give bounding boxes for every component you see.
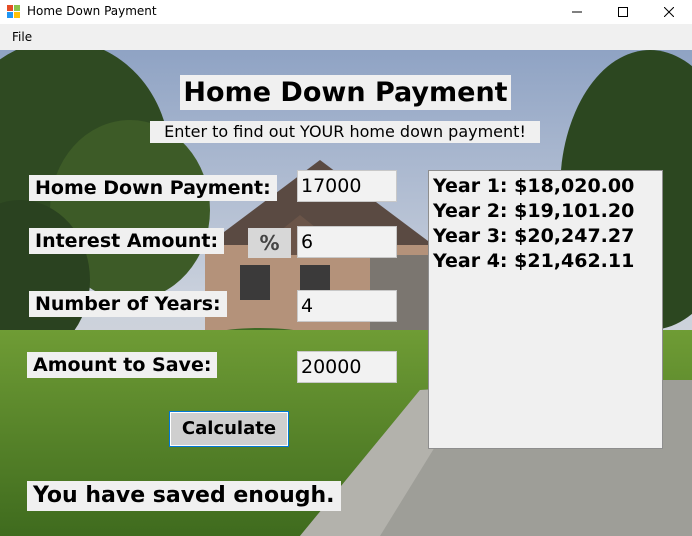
percent-symbol: % bbox=[248, 228, 291, 258]
menu-bar: File bbox=[0, 24, 692, 50]
menu-item-file[interactable]: File bbox=[6, 29, 38, 45]
interest-amount-label: Interest Amount: bbox=[29, 228, 225, 254]
maximize-button[interactable] bbox=[600, 0, 646, 24]
title-bar: Home Down Payment bbox=[0, 0, 692, 24]
app-icon bbox=[7, 5, 20, 18]
amount-to-save-label: Amount to Save: bbox=[27, 352, 218, 378]
page-title: Home Down Payment bbox=[180, 75, 511, 110]
calculate-button[interactable]: Calculate bbox=[169, 411, 289, 447]
list-item[interactable]: Year 2: $19,101.20 bbox=[433, 199, 658, 224]
close-button[interactable] bbox=[646, 0, 692, 24]
close-icon bbox=[664, 7, 674, 17]
list-item[interactable]: Year 4: $21,462.11 bbox=[433, 249, 658, 274]
minimize-button[interactable] bbox=[554, 0, 600, 24]
page-subtitle: Enter to find out YOUR home down payment… bbox=[150, 121, 540, 143]
result-message: You have saved enough. bbox=[27, 481, 341, 511]
interest-amount-input[interactable]: 6 bbox=[297, 226, 397, 258]
results-listbox[interactable]: Year 1: $18,020.00 Year 2: $19,101.20 Ye… bbox=[428, 170, 663, 449]
down-payment-input[interactable]: 17000 bbox=[297, 170, 397, 202]
number-of-years-label: Number of Years: bbox=[29, 291, 227, 317]
maximize-icon bbox=[618, 7, 628, 17]
amount-to-save-input[interactable]: 20000 bbox=[297, 351, 397, 383]
minimize-icon bbox=[572, 11, 582, 13]
form-client-area: Home Down Payment Enter to find out YOUR… bbox=[0, 50, 692, 536]
down-payment-label: Home Down Payment: bbox=[29, 175, 277, 201]
list-item[interactable]: Year 1: $18,020.00 bbox=[433, 174, 658, 199]
list-item[interactable]: Year 3: $20,247.27 bbox=[433, 224, 658, 249]
window-title: Home Down Payment bbox=[27, 4, 157, 18]
number-of-years-input[interactable]: 4 bbox=[297, 290, 397, 322]
